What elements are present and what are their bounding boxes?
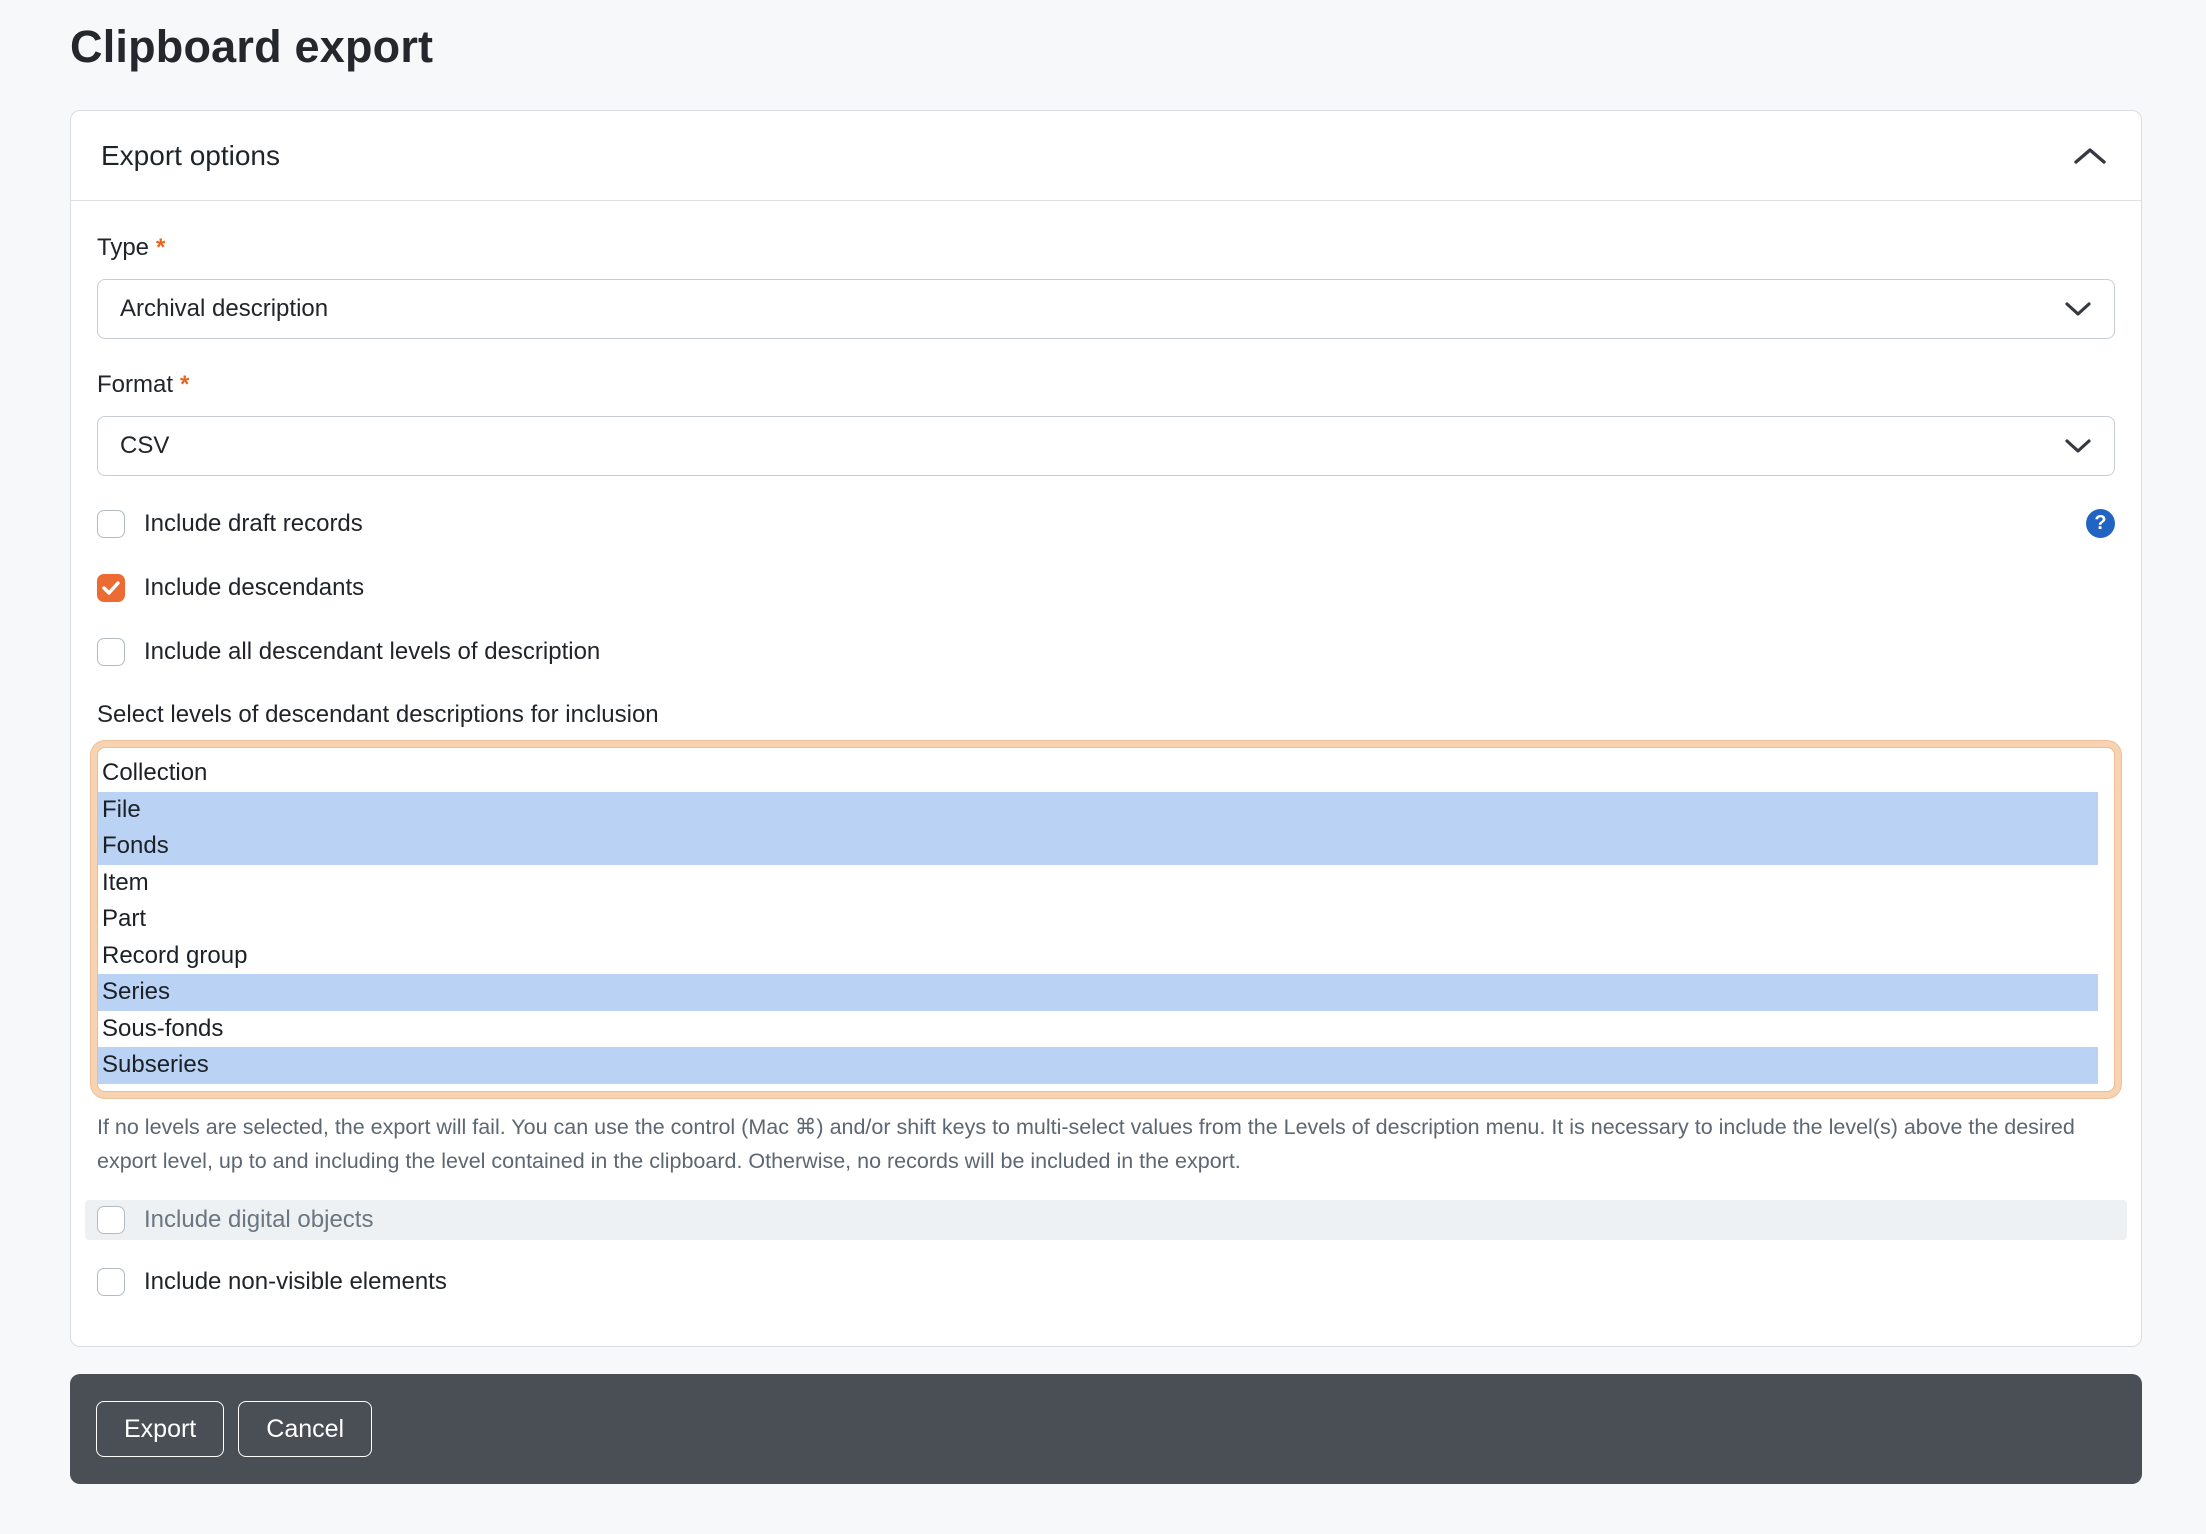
include-digital-objects-checkbox[interactable] (97, 1206, 125, 1234)
include-digital-objects-row[interactable]: Include digital objects (85, 1200, 2127, 1240)
include-all-levels-checkbox[interactable] (97, 638, 125, 666)
format-select-value: CSV (120, 432, 169, 460)
level-option-file[interactable]: File (98, 792, 2098, 829)
include-non-visible-checkbox[interactable] (97, 1268, 125, 1296)
cancel-button[interactable]: Cancel (238, 1401, 372, 1457)
level-option-item[interactable]: Item (98, 865, 2098, 902)
include-draft-records-checkbox[interactable] (97, 510, 125, 538)
format-label-text: Format (97, 371, 173, 398)
check-icon (102, 581, 120, 595)
include-descendants-row[interactable]: Include descendants (97, 574, 2115, 602)
include-draft-records-row[interactable]: Include draft records ? (97, 509, 2115, 538)
format-select[interactable]: CSV (97, 416, 2115, 476)
export-options-panel: Export options Type * Archival descriptio… (70, 110, 2142, 1347)
include-descendants-checkbox[interactable] (97, 574, 125, 602)
export-button[interactable]: Export (96, 1401, 224, 1457)
type-select-value: Archival description (120, 295, 328, 323)
level-option-part[interactable]: Part (98, 901, 2098, 938)
panel-header-title: Export options (101, 139, 280, 172)
required-asterisk: * (180, 371, 189, 398)
include-non-visible-label: Include non-visible elements (144, 1268, 447, 1296)
include-non-visible-row[interactable]: Include non-visible elements (97, 1268, 2115, 1296)
clipboard-export-page: Clipboard export Export options Type * Ar… (0, 20, 2206, 1534)
levels-multiselect[interactable]: Collection File Fonds Item Part Record g… (97, 747, 2115, 1092)
level-option-sous-fonds[interactable]: Sous-fonds (98, 1011, 2098, 1048)
chevron-down-icon (2064, 438, 2092, 454)
level-option-fonds[interactable]: Fonds (98, 828, 2098, 865)
chevron-down-icon (2064, 301, 2092, 317)
format-field-label: Format * (97, 372, 2115, 398)
panel-body: Type * Archival description Format * CSV (71, 201, 2141, 1346)
chevron-up-icon (2073, 146, 2107, 166)
level-option-subseries[interactable]: Subseries (98, 1047, 2098, 1084)
include-descendants-label: Include descendants (144, 574, 364, 602)
help-icon[interactable]: ? (2086, 509, 2115, 538)
level-option-record-group[interactable]: Record group (98, 938, 2098, 975)
type-label-text: Type (97, 234, 149, 261)
levels-help-text: If no levels are selected, the export wi… (97, 1110, 2115, 1178)
include-digital-objects-label: Include digital objects (144, 1206, 373, 1234)
include-all-levels-label: Include all descendant levels of descrip… (144, 638, 600, 666)
type-select[interactable]: Archival description (97, 279, 2115, 339)
include-draft-records-label: Include draft records (144, 510, 363, 538)
required-asterisk: * (156, 234, 165, 261)
collapse-panel-button[interactable] (2069, 142, 2111, 170)
type-field-label: Type * (97, 235, 2115, 261)
levels-select-label: Select levels of descendant descriptions… (97, 702, 2115, 728)
level-option-collection[interactable]: Collection (98, 755, 2098, 792)
page-title: Clipboard export (70, 20, 2136, 74)
include-all-levels-row[interactable]: Include all descendant levels of descrip… (97, 638, 2115, 666)
level-option-series[interactable]: Series (98, 974, 2098, 1011)
panel-header: Export options (71, 111, 2141, 201)
actions-footer: Export Cancel (70, 1374, 2142, 1484)
